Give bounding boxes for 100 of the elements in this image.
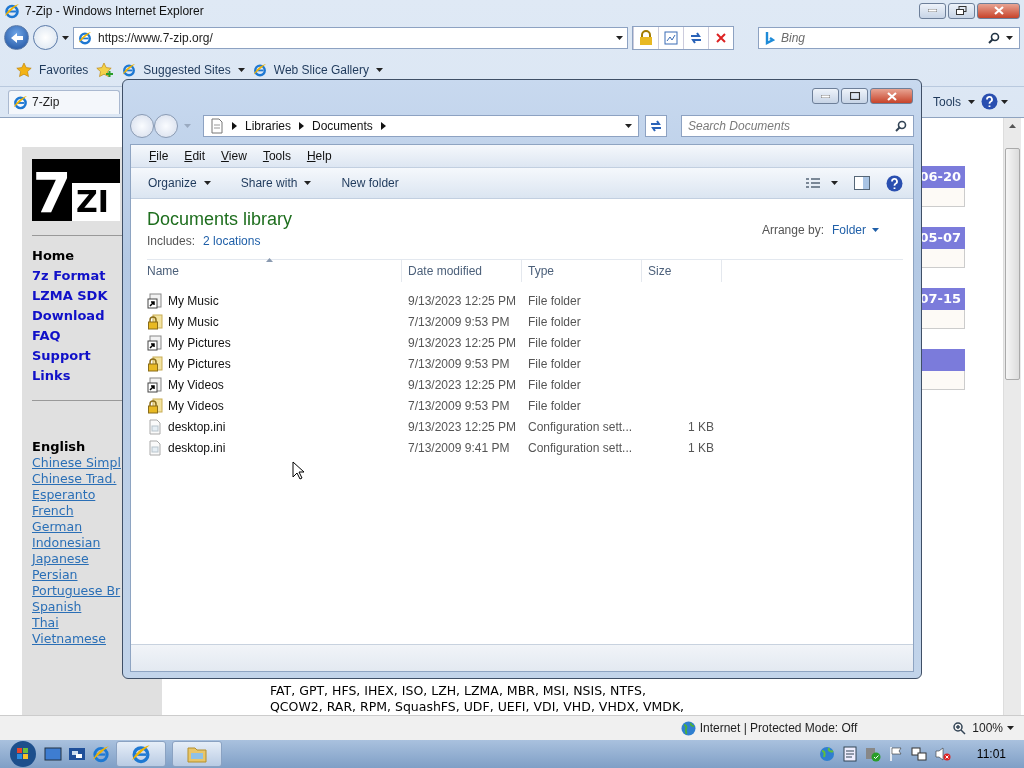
- maximize-button[interactable]: [841, 88, 868, 104]
- language-link[interactable]: Vietnamese: [32, 630, 106, 647]
- language-link[interactable]: German: [32, 518, 83, 535]
- tools-menu[interactable]: Tools: [933, 94, 975, 109]
- file-name[interactable]: My Pictures: [168, 356, 231, 371]
- search-provider-icon: [765, 30, 775, 45]
- file-name[interactable]: My Videos: [168, 398, 224, 413]
- table-cell-text: 7/13/2009 9:41 PM: [407, 440, 511, 455]
- search-field[interactable]: Search Documents: [681, 115, 914, 137]
- address-bar[interactable]: Libraries Documents: [203, 115, 639, 137]
- caret-icon: [968, 99, 975, 104]
- taskbar-button[interactable]: [172, 741, 222, 767]
- language-link[interactable]: French: [32, 502, 74, 519]
- clock[interactable]: 11:01: [976, 747, 1006, 761]
- minimize-button[interactable]: [812, 88, 839, 104]
- address-field[interactable]: https://www.7-zip.org/: [73, 26, 628, 49]
- language-link[interactable]: Chinese Trad.: [32, 470, 117, 487]
- toolbar-button[interactable]: Share with: [240, 176, 312, 190]
- language-link[interactable]: Persian: [32, 566, 78, 583]
- close-button[interactable]: [977, 2, 1020, 19]
- language-link[interactable]: Spanish: [32, 598, 82, 615]
- switch-windows-icon[interactable]: [68, 747, 86, 761]
- security-check-icon[interactable]: [864, 746, 881, 762]
- preview-pane-icon[interactable]: [854, 176, 870, 190]
- zoom-level[interactable]: 100%: [972, 721, 1003, 736]
- menu-item[interactable]: Edit: [184, 149, 206, 163]
- column-header[interactable]: Date modified: [402, 260, 522, 282]
- search-field[interactable]: Bing: [758, 26, 1020, 49]
- help-icon[interactable]: [981, 93, 998, 111]
- browser-tab[interactable]: 7-Zip: [8, 89, 120, 114]
- table-cell-text: 9/13/2023 12:25 PM: [407, 335, 518, 350]
- breadcrumb-item[interactable]: Documents: [312, 119, 373, 133]
- folder-icon: [187, 745, 207, 763]
- locations-link[interactable]: 2 locations: [203, 234, 261, 248]
- favorites-link[interactable]: Suggested Sites: [122, 62, 245, 77]
- file-name[interactable]: My Music: [168, 293, 219, 308]
- favorites-link[interactable]: Web Slice Gallery: [252, 62, 383, 77]
- scrollbar[interactable]: [1003, 117, 1021, 716]
- language-link[interactable]: Thai: [32, 614, 59, 631]
- back-button[interactable]: [130, 114, 154, 138]
- document-icon[interactable]: [842, 746, 857, 762]
- language-link[interactable]: Portuguese Br: [32, 582, 121, 599]
- language-link[interactable]: Indonesian: [32, 534, 101, 551]
- nav-link[interactable]: FAQ: [32, 325, 61, 346]
- scroll-up-icon[interactable]: [1009, 123, 1016, 128]
- file-name[interactable]: desktop.ini: [168, 419, 226, 434]
- browser-icon: [4, 2, 20, 19]
- file-name[interactable]: My Music: [168, 314, 219, 329]
- column-header[interactable]: Type: [522, 260, 642, 282]
- menu-item[interactable]: File: [149, 149, 169, 163]
- file-name[interactable]: My Videos: [168, 377, 224, 392]
- back-button[interactable]: [4, 25, 29, 51]
- menu-item[interactable]: Tools: [262, 149, 291, 163]
- start-button[interactable]: [8, 740, 38, 768]
- nav-link[interactable]: LZMA SDK: [32, 285, 108, 306]
- language-link[interactable]: Chinese Simpl: [32, 454, 121, 471]
- restore-button[interactable]: [948, 2, 975, 19]
- back-arrow-icon: [9, 31, 24, 44]
- network-icon[interactable]: [910, 746, 927, 762]
- arrange-dropdown[interactable]: Folder: [832, 223, 879, 237]
- add-favorite-icon[interactable]: [96, 61, 115, 78]
- file-name[interactable]: My Pictures: [168, 335, 231, 350]
- library-icon: [210, 118, 224, 134]
- menu-item[interactable]: Help: [306, 149, 332, 163]
- flag-icon[interactable]: [888, 746, 903, 762]
- column-header[interactable]: Size: [642, 260, 722, 282]
- breadcrumb-item[interactable]: Libraries: [245, 119, 292, 133]
- toolbar-button[interactable]: New folder: [341, 176, 399, 190]
- nav-link[interactable]: 7z Format: [32, 265, 106, 286]
- site-logo[interactable]: 7 ZI: [32, 158, 120, 221]
- nav-link[interactable]: Download: [32, 305, 105, 326]
- file-name[interactable]: desktop.ini: [168, 440, 226, 455]
- volume-muted-icon[interactable]: [934, 746, 951, 762]
- table-cell-text: 7/13/2009 9:53 PM: [407, 356, 511, 371]
- network-globe-icon[interactable]: [818, 746, 835, 762]
- nav-link[interactable]: Links: [32, 365, 71, 386]
- table-cell-text: File folder: [527, 377, 582, 392]
- language-link[interactable]: English: [32, 438, 86, 455]
- language-link[interactable]: Esperanto: [32, 486, 96, 503]
- forward-button[interactable]: [154, 114, 178, 138]
- view-options-icon[interactable]: [805, 177, 821, 189]
- menu-item[interactable]: View: [221, 149, 247, 163]
- favorites-button[interactable]: Favorites: [16, 61, 89, 78]
- zoom-icon[interactable]: [953, 721, 967, 735]
- caret-icon: [1006, 35, 1013, 40]
- forward-button[interactable]: [33, 25, 58, 51]
- table-cell-text: 7/13/2009 9:53 PM: [407, 314, 511, 329]
- chevron-icon: [232, 122, 237, 130]
- close-button[interactable]: [870, 88, 913, 104]
- table-cell-text: File folder: [527, 293, 582, 308]
- refresh-button[interactable]: [645, 115, 667, 137]
- nav-link[interactable]: Home: [32, 245, 75, 266]
- library-title: Documents library: [147, 209, 293, 230]
- nav-link[interactable]: Support: [32, 345, 91, 366]
- minimize-button[interactable]: [919, 2, 946, 19]
- table-cell-text: 9/13/2023 12:25 PM: [407, 377, 518, 392]
- toolbar-button[interactable]: Organize: [148, 176, 211, 190]
- language-link[interactable]: Japanese: [32, 550, 89, 567]
- help-icon[interactable]: [886, 174, 903, 192]
- taskbar-button[interactable]: [116, 741, 166, 767]
